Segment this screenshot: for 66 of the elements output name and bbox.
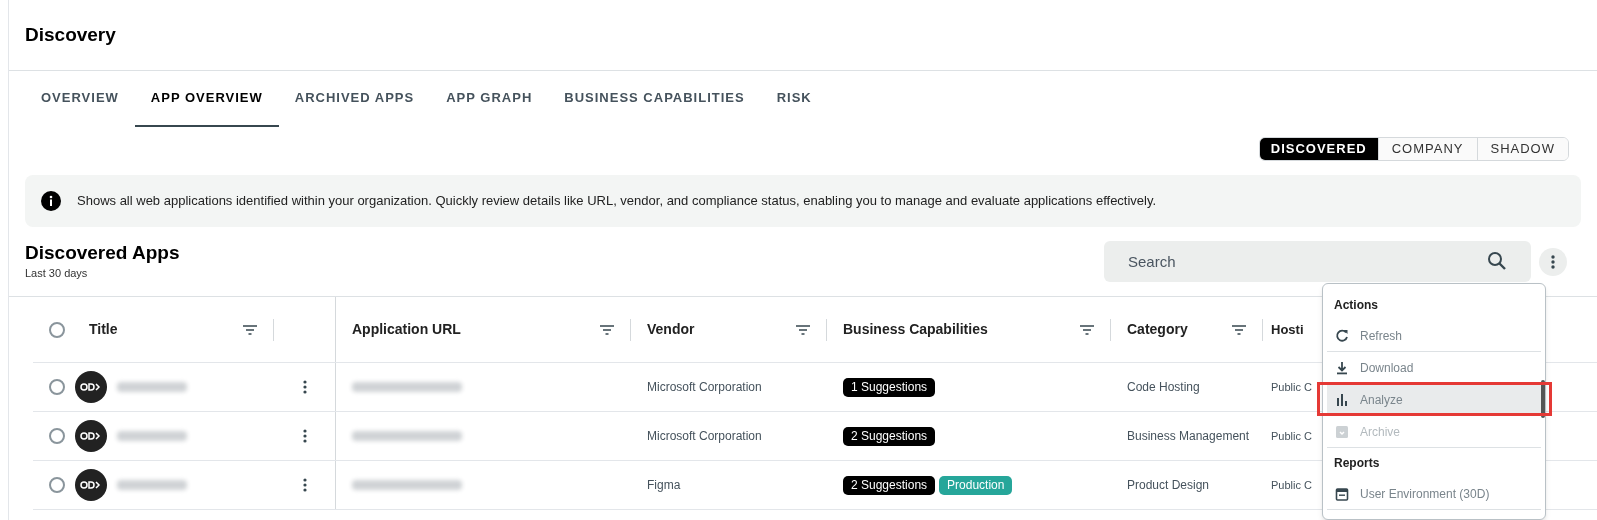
table-cell-text: Public C: [1271, 428, 1312, 444]
tab[interactable]: APP OVERVIEW: [134, 71, 279, 127]
app-logo-icon: [75, 420, 107, 452]
tab[interactable]: ARCHIVED APPS: [278, 71, 431, 127]
kebab-icon: [302, 429, 307, 443]
table-cell-text: Figma: [647, 477, 681, 494]
column-header: Category: [1127, 320, 1189, 339]
archive-icon: [1334, 423, 1350, 440]
table-cell-text: Business Management: [1127, 428, 1250, 445]
tag: 2 Suggestions: [843, 475, 936, 495]
column-header: Title: [89, 320, 119, 339]
tab[interactable]: APP GRAPH: [430, 71, 549, 127]
menu-header: Reports: [1333, 455, 1381, 472]
kebab-icon: [302, 478, 307, 492]
menu-item[interactable]: Download: [1327, 352, 1541, 384]
download-icon: [1334, 359, 1350, 376]
segment-button[interactable]: COMPANY: [1377, 138, 1477, 160]
table-cell-text: Public C: [1271, 477, 1312, 493]
radio-button[interactable]: [49, 321, 65, 338]
bar-chart-icon: [1334, 391, 1350, 408]
column-header: Vendor: [647, 320, 696, 339]
search-icon: [1487, 251, 1507, 271]
tag: Production: [939, 475, 1013, 495]
info-icon: [41, 191, 61, 211]
tag: 1 Suggestions: [843, 377, 936, 397]
menu-item[interactable]: User Environment (30D): [1327, 478, 1541, 510]
blurred-text: [117, 480, 187, 490]
radio-button[interactable]: [49, 428, 65, 444]
tag: 2 Suggestions: [843, 426, 936, 446]
search-field[interactable]: Search: [1104, 241, 1531, 282]
refresh-icon: [1334, 327, 1350, 344]
filter-icon[interactable]: [600, 324, 614, 335]
filter-icon[interactable]: [1080, 324, 1094, 335]
filter-icon[interactable]: [243, 324, 257, 335]
column-header: Business Capabilities: [843, 320, 989, 339]
page-title: Discovery: [25, 22, 116, 47]
section-subtitle: Last 30 days: [25, 266, 89, 282]
kebab-icon: [1551, 254, 1555, 269]
blurred-text: [117, 382, 187, 392]
app-logo-icon: [75, 469, 107, 501]
segment-button[interactable]: DISCOVERED: [1259, 138, 1378, 160]
tab[interactable]: BUSINESS CAPABILITIES: [548, 71, 761, 127]
more-button[interactable]: [1539, 247, 1567, 276]
menu-item[interactable]: Refresh: [1327, 320, 1541, 352]
table-cell-text: Code Hosting: [1127, 379, 1200, 396]
blurred-text: [117, 431, 187, 441]
table-cell-text: Public C: [1271, 379, 1312, 395]
segment-button[interactable]: SHADOW: [1476, 138, 1568, 160]
column-header: Application URL: [352, 320, 462, 339]
tab[interactable]: RISK: [760, 71, 828, 127]
filter-icon[interactable]: [1232, 324, 1246, 335]
section-title: Discovered Apps: [25, 241, 180, 266]
column-header: Hosti: [1271, 320, 1305, 339]
filter-icon[interactable]: [796, 324, 810, 335]
kebab-icon: [302, 380, 307, 394]
table-cell-text: Microsoft Corporation: [647, 379, 762, 396]
table-cell-text: Microsoft Corporation: [647, 428, 762, 445]
tab[interactable]: OVERVIEW: [25, 71, 135, 127]
scrollbar[interactable]: [1541, 380, 1545, 418]
radio-button[interactable]: [49, 477, 65, 493]
calendar-icon: [1334, 485, 1350, 502]
app-logo-icon: [75, 371, 107, 403]
table-cell-text: Product Design: [1127, 477, 1210, 494]
radio-button[interactable]: [49, 379, 65, 395]
menu-header: Actions: [1333, 297, 1379, 314]
info-text: Shows all web applications identified within your organization. Quickly review details like URL, vendor, and compliance status, enabling you to manage and evaluate applications effectively.: [77, 192, 1157, 211]
